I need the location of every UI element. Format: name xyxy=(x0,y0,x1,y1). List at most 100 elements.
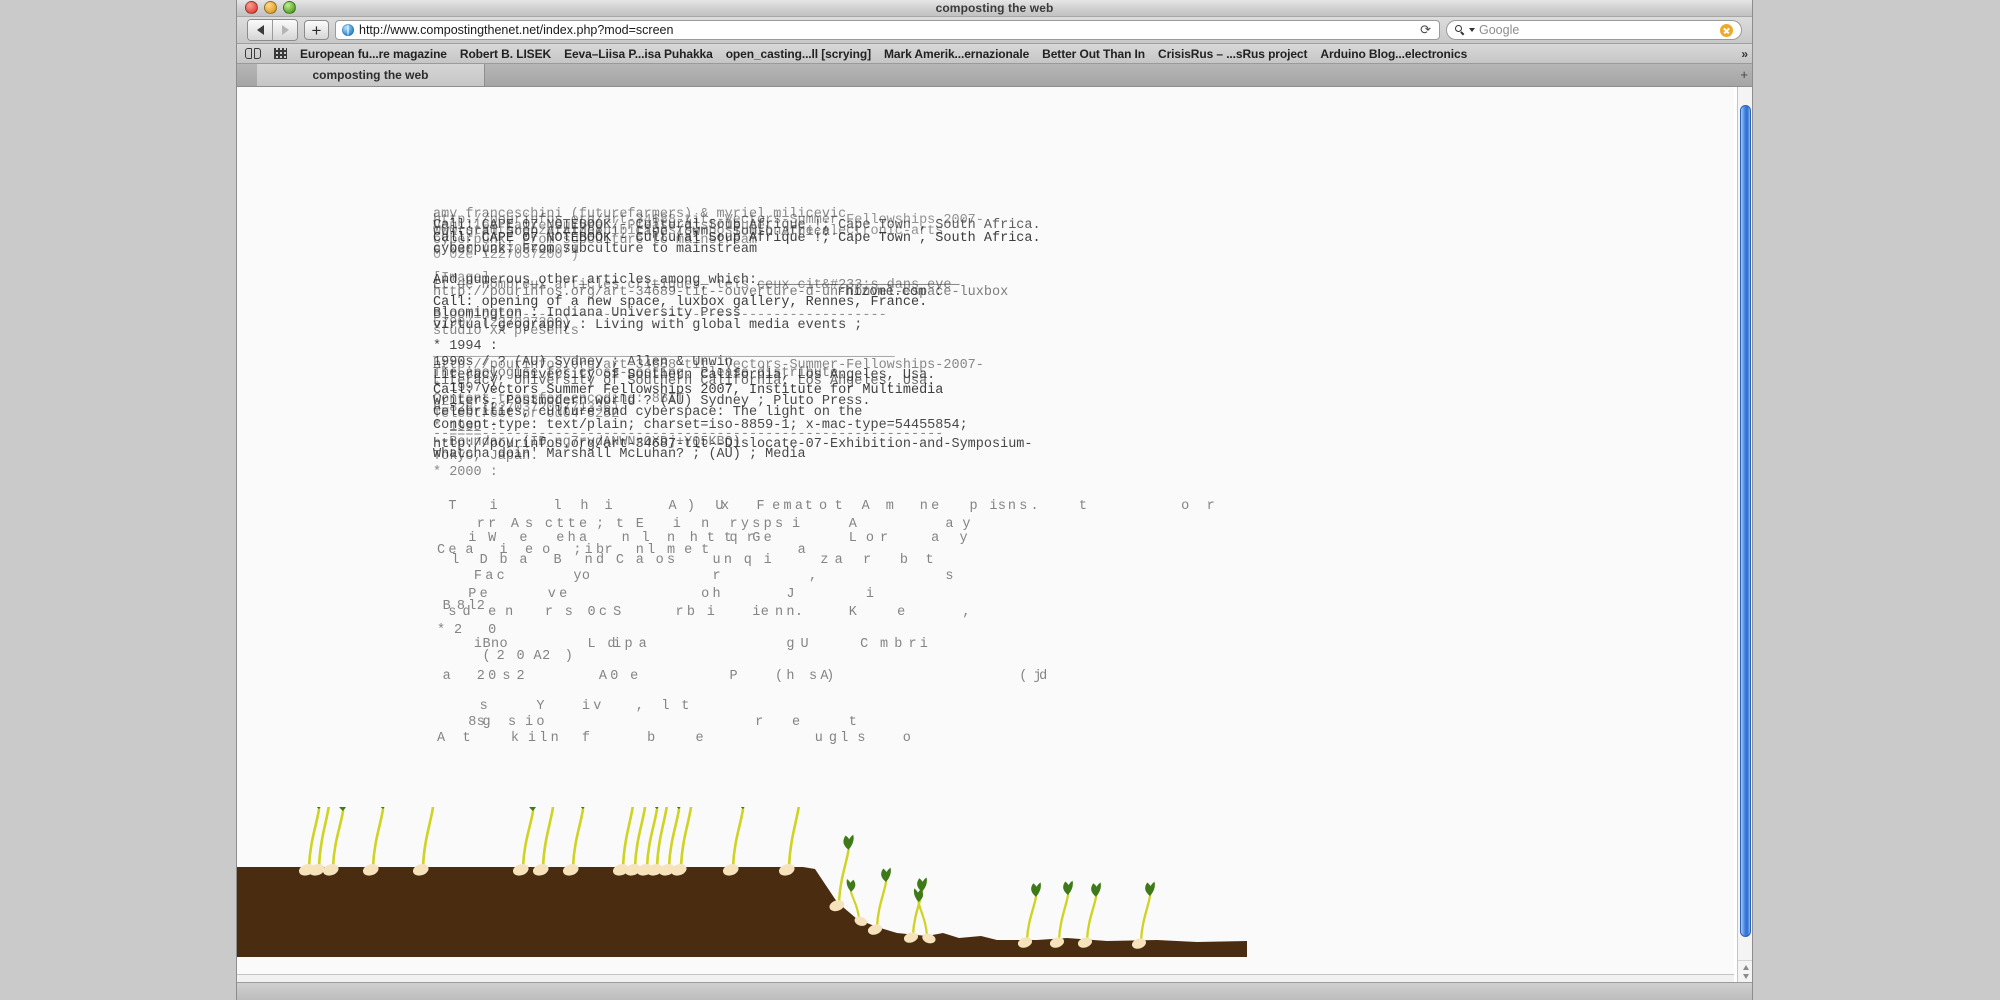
composted-text-line: Call: opening of a new space, luxbox gal… xyxy=(433,295,928,310)
add-bookmark-button[interactable]: + xyxy=(304,20,329,40)
search-field[interactable]: Google xyxy=(1446,20,1742,40)
decomposed-character: n xyxy=(584,553,593,568)
decomposed-character: r xyxy=(908,637,917,652)
sprout-stem xyxy=(787,807,800,869)
sprout-seed xyxy=(658,864,675,876)
decomposed-character: c xyxy=(496,569,505,584)
decomposed-character: n xyxy=(550,731,559,746)
decomposed-character: t xyxy=(848,715,857,730)
decomposed-character: e xyxy=(772,499,781,514)
decomposed-character: ( xyxy=(482,649,491,664)
bookmark-item[interactable]: Arduino Blog...electronics xyxy=(1320,47,1467,61)
scroll-down-icon[interactable] xyxy=(1742,974,1749,979)
decomposed-character: t xyxy=(706,531,715,546)
composted-text-line: And_numerous_other_articles_among_which:… xyxy=(433,273,960,288)
decomposed-character: n xyxy=(701,517,710,532)
bookmark-item[interactable]: Mark Amerik...ernazionale xyxy=(884,47,1029,61)
decomposed-character: i xyxy=(792,517,801,532)
sprout-leaf xyxy=(742,807,745,809)
decomposed-character: i xyxy=(865,587,874,602)
decomposed-character: i xyxy=(499,543,508,558)
decomposed-character: h xyxy=(786,669,795,684)
vertical-scrollbar-thumb[interactable] xyxy=(1740,105,1751,937)
sprout xyxy=(846,879,868,926)
tab-bar-empty-area xyxy=(485,64,1752,86)
address-bar[interactable]: http://www.compostingthenet.net/index.ph… xyxy=(335,20,1440,40)
bookmark-item[interactable]: Better Out Than In xyxy=(1042,47,1145,61)
decomposed-character: q xyxy=(743,553,752,568)
sprout-seed xyxy=(532,864,549,876)
decomposed-character: 8 xyxy=(468,715,477,730)
sprout-leaf xyxy=(881,868,888,882)
composted-text-line: www.stadtgrenze.at/exhibitions/symposium… xyxy=(433,224,944,239)
decomposed-character: K xyxy=(848,605,857,620)
sprout-leaf xyxy=(1067,880,1073,895)
decomposed-character: , xyxy=(962,605,971,620)
decomposed-character: t xyxy=(615,517,625,532)
decomposed-character: r xyxy=(1206,499,1215,514)
sprout-stem xyxy=(875,880,888,929)
decomposed-character: r xyxy=(604,543,613,558)
search-input[interactable]: Google xyxy=(1479,23,1716,37)
bookmarks-overflow-button[interactable]: » xyxy=(1735,44,1748,63)
back-button[interactable] xyxy=(248,20,272,40)
soil-mound xyxy=(237,867,1247,957)
sprout-seed xyxy=(624,864,641,876)
decomposed-character: e xyxy=(556,531,565,546)
decomposed-character: h xyxy=(689,531,698,546)
forward-button[interactable] xyxy=(272,20,297,40)
sprout-leaf xyxy=(654,807,658,809)
decomposed-character: d xyxy=(462,605,471,620)
decomposed-character: a xyxy=(794,499,803,514)
decomposed-character: 0 xyxy=(488,623,497,638)
composted-text-line: studio XX presents xyxy=(433,324,579,339)
sprout-leaf xyxy=(1063,881,1070,895)
bookmark-item[interactable]: Eeva–Liisa P...isa Puhakka xyxy=(564,47,713,61)
composted-text-line: Literacy, University of Southern Califor… xyxy=(433,368,936,383)
bookmarks-book-icon[interactable] xyxy=(245,48,261,59)
clear-search-icon[interactable] xyxy=(1720,23,1733,37)
tab-composting-the-web[interactable]: composting the web xyxy=(257,64,485,86)
decomposed-character: s xyxy=(752,517,761,532)
composted-text-line: http://pourinfos.org/art-34688-tit--Vect… xyxy=(433,358,984,373)
decomposed-character: C xyxy=(437,543,446,558)
vertical-scrollbar[interactable] xyxy=(1737,87,1752,989)
composted-text-line: * 1994 : xyxy=(433,339,498,354)
composted-text-line: The apologise for cross-posting. Please … xyxy=(433,366,847,381)
decomposed-character: b xyxy=(596,543,605,558)
bookmarks-bar: European fu...re magazine Robert B. LISE… xyxy=(237,44,1752,64)
sprout-seed xyxy=(1049,937,1065,948)
decomposed-character: c xyxy=(598,605,607,620)
decomposed-character: . xyxy=(794,605,803,620)
bookmark-item[interactable]: Robert B. LISEK xyxy=(460,47,551,61)
decomposed-character: 0 xyxy=(610,669,619,684)
decomposed-character: . xyxy=(1030,499,1039,514)
sprout-seed xyxy=(362,864,379,876)
bookmark-item[interactable]: European fu...re magazine xyxy=(300,47,447,61)
reload-icon[interactable]: ⟳ xyxy=(1420,22,1433,38)
composted-text-line: Bloomington : Indiana University Press xyxy=(433,306,741,321)
decomposed-character: s xyxy=(667,553,676,568)
sprout-leaf xyxy=(339,807,345,811)
top-sites-grid-icon[interactable] xyxy=(274,48,287,59)
scroll-up-icon[interactable] xyxy=(1742,965,1749,970)
new-tab-button[interactable]: + xyxy=(1740,68,1748,81)
sprout-stem xyxy=(731,807,745,869)
composted-text-line: 1990s / ? (AU) Sydney ; Allen & Unwin xyxy=(433,355,733,370)
composted-text-line: * 1999 : xyxy=(433,420,498,435)
chevron-down-icon[interactable] xyxy=(1469,28,1475,32)
sprout-leaf xyxy=(342,807,346,811)
sprout-leaf xyxy=(580,807,584,809)
decomposed-character: s xyxy=(508,715,517,730)
web-page: amy franceschini (futurefarmers) & myrie… xyxy=(237,87,1734,989)
composted-text-line: ________________________________________… xyxy=(433,345,895,360)
sprout-leaf xyxy=(740,807,744,809)
decomposed-character: u xyxy=(712,553,721,568)
compost-illustration xyxy=(237,807,1247,957)
sprout-seed xyxy=(1131,938,1147,949)
bookmark-item[interactable]: CrisisRus – ...sRus project xyxy=(1158,47,1307,61)
sprout xyxy=(646,807,668,876)
sprout-seed xyxy=(922,933,936,944)
bookmark-item[interactable]: open_casting...ll [scrying] xyxy=(726,47,871,61)
sprout-leaf xyxy=(678,807,681,809)
